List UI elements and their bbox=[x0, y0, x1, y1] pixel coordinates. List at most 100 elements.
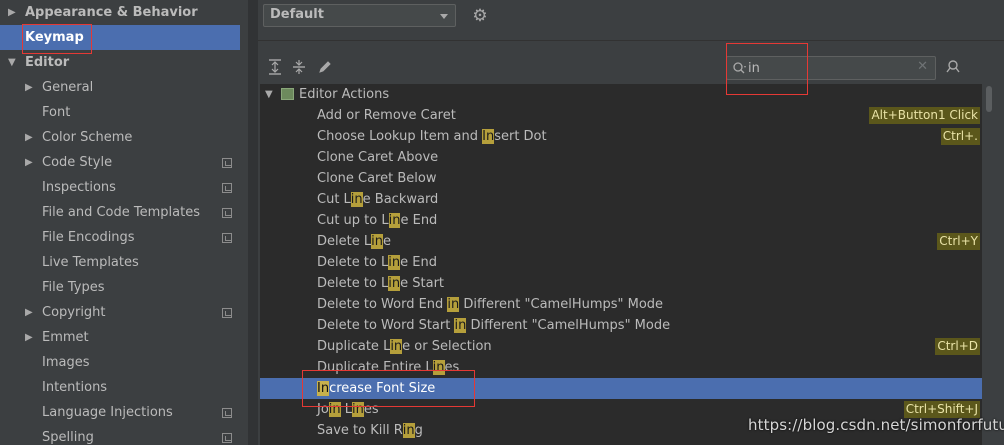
search-field[interactable]: ✕ bbox=[726, 56, 936, 80]
shortcut-badge: Alt+Button1 Click bbox=[869, 107, 980, 124]
settings-item-label: Font bbox=[42, 105, 71, 120]
gear-icon[interactable]: ⚙ bbox=[470, 6, 490, 26]
chevron-down-icon[interactable]: ▼ bbox=[8, 50, 20, 75]
chevron-down-icon[interactable]: ▼ bbox=[265, 84, 273, 105]
search-match-highlight: In bbox=[317, 381, 330, 396]
chevron-right-icon[interactable]: ▶ bbox=[25, 325, 37, 350]
search-match-highlight: in bbox=[390, 339, 403, 354]
action-name-text: Delete L bbox=[317, 234, 372, 249]
settings-tree-scrollbar[interactable] bbox=[240, 0, 248, 445]
action-name-text: g bbox=[414, 423, 423, 438]
action-name: Delete to Line End bbox=[317, 252, 437, 273]
actions-scrollbar[interactable] bbox=[982, 84, 996, 445]
action-row[interactable]: Add or Remove Caret Alt+Button1 Click bbox=[260, 105, 982, 126]
action-name-text: Delete to L bbox=[317, 276, 389, 291]
action-name-text: Cut up to L bbox=[317, 213, 389, 228]
action-name-text: e or Selection bbox=[402, 339, 492, 354]
settings-item-intentions[interactable]: Intentions bbox=[0, 375, 248, 400]
action-name-text: Delete to L bbox=[317, 255, 389, 270]
settings-item-file-and-code-templates[interactable]: File and Code Templates bbox=[0, 200, 248, 225]
search-match-highlight: In bbox=[482, 129, 495, 144]
settings-tree: ▶ Appearance & Behavior Keymap ▼ Editor ▶ Gene… bbox=[0, 0, 248, 445]
action-row[interactable]: Choose Lookup Item and Insert Dot Ctrl+. bbox=[260, 126, 982, 147]
search-match-highlight: in bbox=[352, 402, 364, 417]
settings-item-label: Live Templates bbox=[42, 255, 139, 270]
action-name: Duplicate Line or Selection bbox=[317, 336, 492, 357]
settings-item-file-encodings[interactable]: File Encodings bbox=[0, 225, 248, 250]
action-name-text: Different "CamelHumps" Mode bbox=[459, 297, 664, 312]
action-row[interactable]: Duplicate Entire Lines bbox=[260, 357, 982, 378]
action-name-text: e End bbox=[400, 213, 438, 228]
splitter[interactable] bbox=[248, 0, 258, 445]
project-scope-icon bbox=[222, 158, 232, 168]
find-by-shortcut-icon[interactable] bbox=[944, 58, 962, 76]
action-name: Duplicate Entire Lines bbox=[317, 357, 459, 378]
settings-item-color-scheme[interactable]: ▶ Color Scheme bbox=[0, 125, 248, 150]
settings-item-label: File Encodings bbox=[42, 230, 135, 245]
action-name: Choose Lookup Item and Insert Dot bbox=[317, 126, 547, 147]
action-name: Cut up to Line End bbox=[317, 210, 437, 231]
settings-item-appearance-behavior[interactable]: ▶ Appearance & Behavior bbox=[0, 0, 248, 25]
settings-item-spelling[interactable]: Spelling bbox=[0, 425, 248, 445]
action-name-text: Add or Remove Caret bbox=[317, 108, 456, 123]
project-scope-icon bbox=[222, 408, 232, 418]
chevron-right-icon[interactable]: ▶ bbox=[25, 300, 37, 325]
shortcut-badge: Ctrl+. bbox=[940, 128, 980, 145]
action-row[interactable]: Clone Caret Below bbox=[260, 168, 982, 189]
action-name-text: e End bbox=[400, 255, 437, 270]
shortcut-badge: Ctrl+D bbox=[935, 338, 980, 355]
settings-item-editor[interactable]: ▼ Editor bbox=[0, 50, 248, 75]
chevron-right-icon[interactable]: ▶ bbox=[25, 150, 37, 175]
settings-item-label: File Types bbox=[42, 280, 105, 295]
collapse-all-icon[interactable] bbox=[290, 58, 308, 76]
action-name-text: Duplicate L bbox=[317, 339, 391, 354]
action-name: Clone Caret Below bbox=[317, 168, 436, 189]
action-row[interactable]: Duplicate Line or Selection Ctrl+D bbox=[260, 336, 982, 357]
settings-item-label: Editor bbox=[25, 55, 70, 70]
scrollbar-thumb[interactable] bbox=[986, 86, 992, 112]
action-row[interactable]: Cut up to Line End bbox=[260, 210, 982, 231]
action-name-text: Jo bbox=[317, 402, 329, 417]
watermark: https://blog.csdn.net/simonforfuture bbox=[748, 416, 1004, 434]
settings-item-general[interactable]: ▶ General bbox=[0, 75, 248, 100]
action-row[interactable]: Clone Caret Above bbox=[260, 147, 982, 168]
action-row[interactable]: Delete to Line End bbox=[260, 252, 982, 273]
settings-item-file-types[interactable]: File Types bbox=[0, 275, 248, 300]
settings-item-label: Spelling bbox=[42, 430, 94, 445]
chevron-right-icon[interactable]: ▶ bbox=[25, 75, 37, 100]
edit-shortcut-icon[interactable] bbox=[316, 58, 334, 76]
settings-item-copyright[interactable]: ▶ Copyright bbox=[0, 300, 248, 325]
settings-item-font[interactable]: Font bbox=[0, 100, 248, 125]
action-name-text: Clone Caret Below bbox=[317, 171, 437, 186]
action-name-text: e Backward bbox=[362, 192, 439, 207]
chevron-down-icon bbox=[440, 14, 448, 19]
search-input[interactable] bbox=[748, 59, 908, 77]
action-row[interactable]: Delete Line Ctrl+Y bbox=[260, 231, 982, 252]
settings-item-label: Images bbox=[42, 355, 90, 370]
action-row[interactable]: Delete to Word End in Different "CamelHu… bbox=[260, 294, 982, 315]
chevron-right-icon[interactable]: ▶ bbox=[25, 125, 37, 150]
settings-item-keymap[interactable]: Keymap bbox=[0, 25, 248, 50]
expand-all-icon[interactable] bbox=[266, 58, 284, 76]
chevron-right-icon[interactable]: ▶ bbox=[8, 0, 20, 25]
action-name-text: es bbox=[444, 360, 460, 375]
keymap-scheme-value: Default bbox=[270, 7, 324, 22]
keymap-scheme-select[interactable]: Default bbox=[263, 4, 456, 27]
clear-icon[interactable]: ✕ bbox=[917, 59, 928, 74]
action-row[interactable]: Increase Font Size bbox=[260, 378, 982, 399]
settings-item-label: Code Style bbox=[42, 155, 113, 170]
action-row[interactable]: Cut Line Backward bbox=[260, 189, 982, 210]
action-group-editor-actions[interactable]: ▼ Editor Actions bbox=[260, 84, 982, 105]
settings-item-code-style[interactable]: ▶ Code Style bbox=[0, 150, 248, 175]
settings-item-inspections[interactable]: Inspections bbox=[0, 175, 248, 200]
settings-item-live-templates[interactable]: Live Templates bbox=[0, 250, 248, 275]
settings-item-language-injections[interactable]: Language Injections bbox=[0, 400, 248, 425]
action-group-label: Editor Actions bbox=[299, 87, 390, 102]
action-row[interactable]: Delete to Word Start in Different "Camel… bbox=[260, 315, 982, 336]
settings-item-images[interactable]: Images bbox=[0, 350, 248, 375]
settings-item-emmet[interactable]: ▶ Emmet bbox=[0, 325, 248, 350]
action-name: Delete to Line Start bbox=[317, 273, 444, 294]
action-row[interactable]: Delete to Line Start bbox=[260, 273, 982, 294]
project-scope-icon bbox=[222, 208, 232, 218]
action-name: Add or Remove Caret bbox=[317, 105, 456, 126]
